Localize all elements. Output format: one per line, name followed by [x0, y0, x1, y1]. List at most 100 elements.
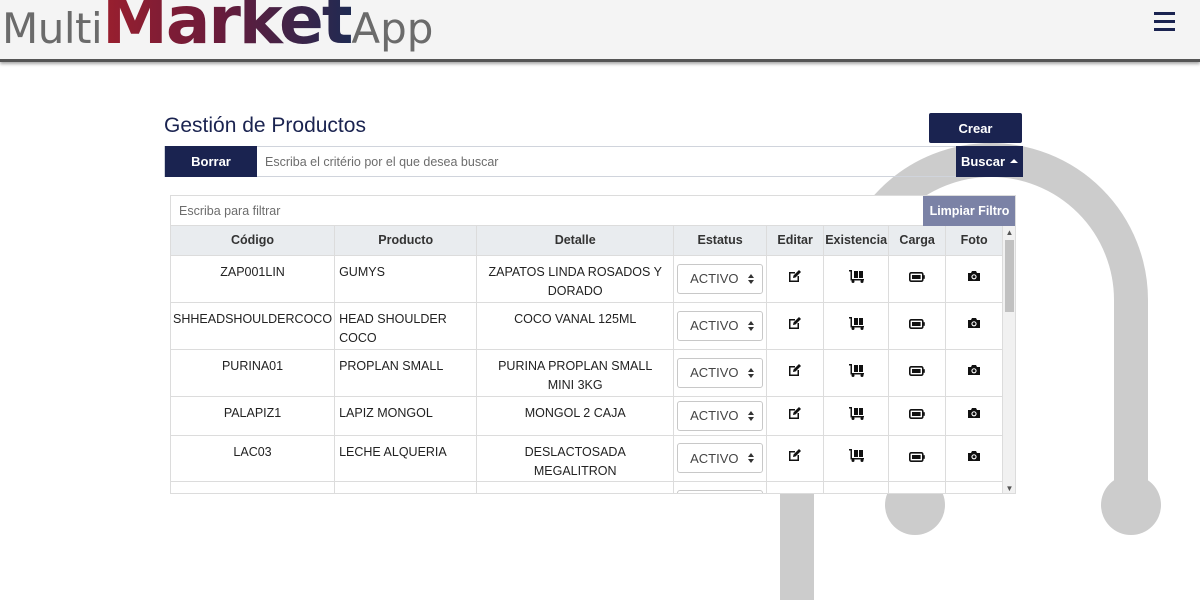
filter-row: Limpiar Filtro: [171, 196, 1015, 226]
camera-icon[interactable]: [967, 269, 981, 288]
column-header-detalle[interactable]: Detalle: [476, 226, 675, 256]
cell-estatus: ACTIVO: [673, 255, 768, 303]
camera-icon[interactable]: [967, 363, 981, 382]
select-arrows-icon: [748, 320, 755, 331]
app-logo[interactable]: MultiMarketApp: [2, 0, 433, 54]
page-title: Gestión de Productos: [164, 114, 366, 137]
dolly-icon[interactable]: [848, 406, 865, 426]
cell-editar: [766, 349, 825, 397]
cell-detalle: MONGOL 2 CAJA: [476, 396, 675, 436]
status-select-value: ACTIVO: [690, 271, 739, 286]
cell-estatus: ACTIVO: [673, 435, 768, 482]
battery-icon[interactable]: [909, 406, 925, 425]
cell-foto: [945, 396, 1003, 436]
products-table: Código Producto Detalle Estatus Editar E…: [171, 226, 1003, 493]
cell-codigo: ZAP001LIN: [171, 255, 336, 303]
dolly-icon[interactable]: [848, 269, 865, 289]
status-select[interactable]: ACTIVO: [677, 357, 764, 388]
cell-foto: [945, 255, 1003, 303]
select-arrows-icon: [748, 367, 755, 378]
status-select[interactable]: ACTIVO: [677, 489, 764, 493]
cell-codigo: LAC03: [171, 435, 336, 482]
status-select-value: ACTIVO: [690, 450, 739, 466]
cell-existencia: [823, 396, 890, 436]
cell-detalle: COCO VANAL 125ML: [476, 302, 675, 350]
camera-icon[interactable]: [967, 316, 981, 335]
products-table-panel: Limpiar Filtro Código Producto Detalle E…: [170, 195, 1016, 494]
camera-icon[interactable]: [967, 406, 981, 425]
cell-editar: [766, 302, 825, 350]
edit-icon[interactable]: [788, 363, 802, 383]
dolly-icon[interactable]: [848, 448, 865, 468]
cell-detalle: MEGALITRON 1 LITRO: [476, 481, 675, 493]
cell-foto: [945, 435, 1003, 482]
top-navbar: MultiMarketApp: [0, 0, 1200, 62]
table-row: PALAPIZ1 LAPIZ MONGOL MONGOL 2 CAJA ACTIVO: [171, 396, 1003, 436]
cell-producto: PROPLAN SMALL: [334, 349, 478, 397]
battery-icon[interactable]: [909, 449, 925, 468]
search-input[interactable]: [257, 147, 955, 176]
table-row: PURINA01 PROPLAN SMALL PURINA PROPLAN SMAL…: [171, 349, 1003, 397]
column-header-codigo[interactable]: Código: [171, 226, 336, 256]
select-arrows-icon: [748, 273, 755, 284]
column-header-foto: Foto: [945, 226, 1003, 256]
cell-existencia: [823, 435, 890, 482]
status-select[interactable]: ACTIVO: [677, 443, 764, 473]
filter-input[interactable]: [171, 196, 923, 226]
cell-foto: [945, 481, 1003, 493]
search-button-label: Buscar: [960, 154, 1006, 169]
cell-editar: [766, 255, 825, 303]
logo-part-app: App: [351, 4, 434, 53]
scrollbar-thumb[interactable]: [1005, 240, 1014, 312]
cell-carga: [888, 302, 947, 350]
battery-icon[interactable]: [909, 269, 925, 288]
cell-carga: [888, 435, 947, 482]
column-header-editar: Editar: [766, 226, 825, 256]
edit-icon[interactable]: [788, 316, 802, 336]
select-arrows-icon: [748, 410, 755, 421]
edit-icon[interactable]: [788, 269, 802, 289]
status-select[interactable]: ACTIVO: [677, 310, 764, 341]
cell-carga: [888, 255, 947, 303]
cell-estatus: ACTIVO: [673, 481, 768, 493]
cell-codigo: LAC02: [171, 481, 336, 493]
cell-codigo: PALAPIZ1: [171, 396, 336, 436]
status-select-value: ACTIVO: [690, 365, 739, 380]
cell-producto: LAPIZ MONGOL: [334, 396, 478, 436]
hamburger-icon[interactable]: [1154, 12, 1175, 31]
scroll-down-arrow-icon[interactable]: ▼: [1003, 482, 1015, 493]
table-header-row: Código Producto Detalle Estatus Editar E…: [171, 226, 1003, 256]
table-scrollbar[interactable]: ▲ ▼: [1003, 226, 1015, 493]
table-row: LAC03 LECHE ALQUERIA DESLACTOSADA MEGALITR…: [171, 435, 1003, 482]
dolly-icon[interactable]: [848, 363, 865, 383]
clear-search-button[interactable]: Borrar: [165, 146, 257, 177]
battery-icon[interactable]: [909, 363, 925, 382]
column-header-carga: Carga: [888, 226, 947, 256]
status-select[interactable]: ACTIVO: [677, 400, 764, 431]
column-header-estatus[interactable]: Estatus: [673, 226, 768, 256]
create-button[interactable]: Crear: [929, 113, 1022, 143]
cell-codigo: PURINA01: [171, 349, 336, 397]
clear-filter-button[interactable]: Limpiar Filtro: [923, 196, 1015, 226]
cell-detalle: PURINA PROPLAN SMALL MINI 3KG: [476, 349, 675, 397]
cell-foto: [945, 302, 1003, 350]
scroll-up-arrow-icon[interactable]: ▲: [1003, 226, 1015, 238]
cell-estatus: ACTIVO: [673, 396, 768, 436]
column-header-producto[interactable]: Producto: [334, 226, 478, 256]
cell-carga: [888, 349, 947, 397]
cell-detalle: DESLACTOSADA MEGALITRON: [476, 435, 675, 482]
cell-existencia: [823, 481, 890, 493]
status-select-value: ACTIVO: [690, 408, 739, 423]
battery-icon[interactable]: [909, 316, 925, 335]
cell-producto: LECHE COLANTA: [334, 481, 478, 493]
cell-codigo: SHHEADSHOULDERCOCO: [171, 302, 336, 350]
cell-existencia: [823, 302, 890, 350]
edit-icon[interactable]: [788, 448, 802, 468]
search-button[interactable]: Buscar: [956, 146, 1023, 177]
status-select[interactable]: ACTIVO: [677, 263, 764, 294]
cell-producto: HEAD SHOULDER COCO: [334, 302, 478, 350]
dolly-icon[interactable]: [848, 316, 865, 336]
cell-producto: LECHE ALQUERIA: [334, 435, 478, 482]
edit-icon[interactable]: [788, 406, 802, 426]
camera-icon[interactable]: [967, 449, 981, 468]
